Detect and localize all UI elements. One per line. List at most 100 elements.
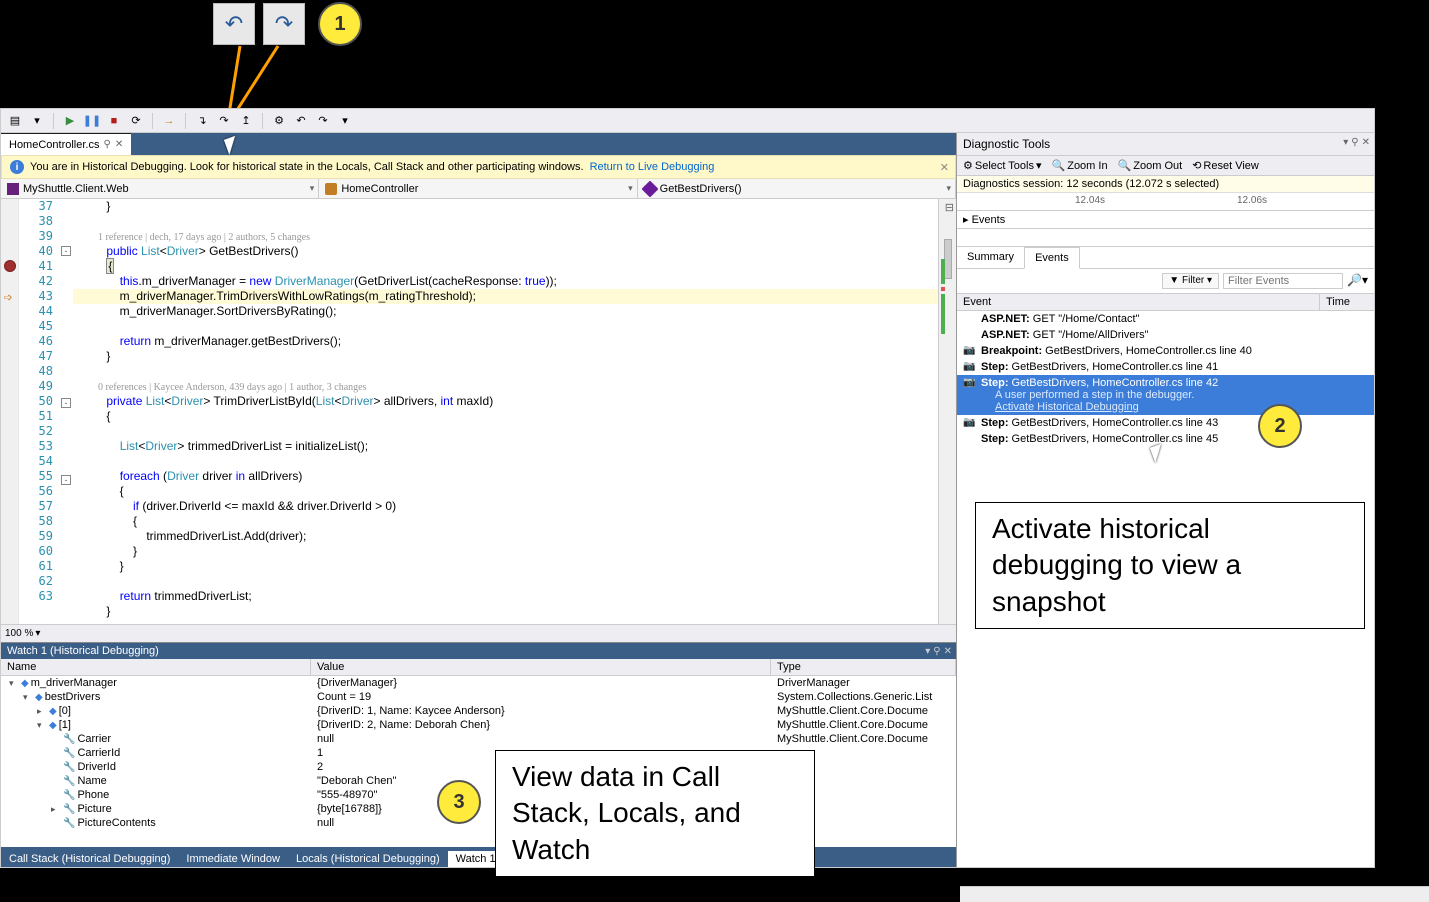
reset-view-button[interactable]: ⟲ Reset View <box>1192 159 1259 172</box>
watch-header-type[interactable]: Type <box>771 659 956 675</box>
diag-dropdown-icon[interactable]: ▾ <box>1343 137 1348 148</box>
watch-row[interactable]: 🔧CarriernullMyShuttle.Client.Core.Docume <box>1 732 956 746</box>
watch-header-value[interactable]: Value <box>311 659 771 675</box>
editor-nav-dropdowns: MyShuttle.Client.Web HomeController GetB… <box>1 179 956 199</box>
callout-marker-2: 2 <box>1258 404 1302 448</box>
callout-marker-3: 3 <box>437 780 481 824</box>
info-icon: i <box>10 160 24 174</box>
debug-toolbar: ▤ ▾ ▶ ❚❚ ■ ⟳ → ↴ ↷ ↥ ⚙ ↶ ↷ ▾ <box>1 109 1374 133</box>
search-icon[interactable]: 🔎▾ <box>1347 273 1368 289</box>
project-dropdown[interactable]: MyShuttle.Client.Web <box>1 179 319 198</box>
method-label: GetBestDrivers() <box>660 183 742 195</box>
diagnostic-tools-panel: Diagnostic Tools ▾ ⚲ ✕ ⚙ Select Tools ▾ … <box>956 133 1374 867</box>
close-window-icon[interactable]: ✕ <box>944 646 952 657</box>
show-next-statement-icon[interactable]: → <box>161 113 177 129</box>
vertical-scrollbar[interactable] <box>944 239 952 279</box>
method-icon <box>641 180 658 197</box>
diagnostic-event-row[interactable]: 📷Step: GetBestDrivers, HomeController.cs… <box>957 415 1374 431</box>
filter-events-input[interactable] <box>1223 273 1343 289</box>
zoom-in-button[interactable]: 🔍 Zoom In <box>1052 159 1108 172</box>
historical-forward-icon[interactable]: ↷ <box>315 113 331 129</box>
diagnostic-event-row[interactable]: 📷Breakpoint: GetBestDrivers, HomeControl… <box>957 343 1374 359</box>
horizontal-scrollbar[interactable] <box>960 886 1429 902</box>
file-tab-label: HomeController.cs <box>9 139 99 151</box>
continue-icon[interactable]: ▶ <box>62 113 78 129</box>
method-dropdown[interactable]: GetBestDrivers() <box>638 179 956 198</box>
project-label: MyShuttle.Client.Web <box>23 183 129 195</box>
editor-zoom-bar: 100 % ▾ <box>1 624 956 642</box>
toolbar-overflow-icon[interactable]: ▾ <box>337 113 353 129</box>
step-out-icon[interactable]: ↥ <box>238 113 254 129</box>
tab-events[interactable]: Events <box>1024 247 1080 269</box>
watch-panel-title: Watch 1 (Historical Debugging) <box>7 645 159 657</box>
watch-header-name[interactable]: Name <box>1 659 311 675</box>
watch-row[interactable]: ▾◆m_driverManager{DriverManager}DriverMa… <box>1 676 956 690</box>
callout-box-right: Activate historical debugging to view a … <box>975 502 1365 629</box>
zoom-dropdown-icon[interactable]: ▾ <box>35 628 40 639</box>
step-into-icon[interactable]: ↴ <box>194 113 210 129</box>
historical-back-icon[interactable]: ↶ <box>293 113 309 129</box>
csproj-icon <box>7 183 19 195</box>
watch-row[interactable]: ▾◆bestDriversCount = 19System.Collection… <box>1 690 956 704</box>
zoom-out-button[interactable]: 🔍 Zoom Out <box>1118 159 1183 172</box>
close-infobar-icon[interactable]: ✕ <box>940 161 949 174</box>
file-tab-homecontroller[interactable]: HomeController.cs ⚲ ✕ <box>1 133 131 155</box>
events-header-event[interactable]: Event <box>957 294 1319 310</box>
bottom-tab[interactable]: Call Stack (Historical Debugging) <box>1 851 178 867</box>
diagnostic-events-header: Event Time <box>957 294 1374 311</box>
pin-window-icon[interactable]: ⚲ <box>933 646 940 657</box>
watch-row[interactable]: ▾◆[1]{DriverID: 2, Name: Deborah Chen}My… <box>1 718 956 732</box>
infobar-text: You are in Historical Debugging. Look fo… <box>30 161 584 173</box>
restart-icon[interactable]: ⟳ <box>128 113 144 129</box>
watch-row[interactable]: ▸◆[0]{DriverID: 1, Name: Kaycee Anderson… <box>1 704 956 718</box>
diagnostic-events-summary[interactable]: ▸ Events <box>957 211 1374 229</box>
callout-marker-1: 1 <box>318 2 362 46</box>
events-header-time[interactable]: Time <box>1319 294 1374 310</box>
class-label: HomeController <box>341 183 418 195</box>
editor-scroll-margin[interactable]: ⊟ <box>938 199 956 624</box>
diagnostic-title: Diagnostic Tools <box>963 137 1050 151</box>
stop-icon[interactable]: ■ <box>106 113 122 129</box>
diagnostic-event-row[interactable]: ASP.NET: GET "/Home/Contact" <box>957 311 1374 327</box>
ruler-tick-2: 12.06s <box>1237 195 1267 206</box>
window-dropdown-icon[interactable]: ▾ <box>925 646 930 657</box>
class-icon <box>325 183 337 195</box>
callout-box-bottom: View data in Call Stack, Locals, and Wat… <box>495 750 815 877</box>
zoom-level[interactable]: 100 % <box>5 628 33 639</box>
diagnostic-filter-row: ▼ Filter ▾ 🔎▾ <box>957 269 1374 294</box>
close-tab-icon[interactable]: ✕ <box>115 139 123 150</box>
toolbar-options-icon[interactable]: ▤ <box>7 113 23 129</box>
tab-summary[interactable]: Summary <box>957 247 1024 268</box>
annotation-top-strip: ↶ ↷ 1 <box>0 0 1429 108</box>
diagnostic-event-row[interactable]: 📷Step: GetBestDrivers, HomeController.cs… <box>957 359 1374 375</box>
class-dropdown[interactable]: HomeController <box>319 179 637 198</box>
diagnostic-detail-tabs: Summary Events <box>957 247 1374 269</box>
redo-icon-large: ↷ <box>263 3 305 45</box>
pin-icon[interactable]: ⚲ <box>103 139 110 150</box>
diagnostic-title-bar: Diagnostic Tools ▾ ⚲ ✕ <box>957 133 1374 156</box>
step-over-icon[interactable]: ↷ <box>216 113 232 129</box>
diag-pin-icon[interactable]: ⚲ <box>1351 137 1358 148</box>
split-editor-icon[interactable]: ⊟ <box>945 201 954 214</box>
diagnostic-event-row[interactable]: Step: GetBestDrivers, HomeController.cs … <box>957 431 1374 447</box>
diagnostic-timeline-ruler[interactable]: 12.04s 12.06s <box>957 193 1374 211</box>
diagnostic-session-info: Diagnostics session: 12 seconds (12.072 … <box>957 176 1374 193</box>
watch-panel-title-bar: Watch 1 (Historical Debugging) ▾ ⚲ ✕ <box>1 643 956 659</box>
diagnostic-event-row[interactable]: ASP.NET: GET "/Home/AllDrivers" <box>957 327 1374 343</box>
document-tab-bar: HomeController.cs ⚲ ✕ <box>1 133 956 155</box>
pause-icon[interactable]: ❚❚ <box>84 113 100 129</box>
undo-icon-large: ↶ <box>213 3 255 45</box>
toolbar-dropdown-icon[interactable]: ▾ <box>29 113 45 129</box>
diag-close-icon[interactable]: ✕ <box>1362 137 1370 148</box>
bottom-tab[interactable]: Immediate Window <box>178 851 288 867</box>
ruler-tick-1: 12.04s <box>1075 195 1105 206</box>
select-tools-button[interactable]: ⚙ Select Tools ▾ <box>963 159 1042 172</box>
code-editor[interactable]: ➩ 37383940414243444546474849505152535455… <box>1 199 956 624</box>
historical-debugging-infobar: i You are in Historical Debugging. Look … <box>1 155 956 179</box>
filter-button[interactable]: ▼ Filter ▾ <box>1162 273 1219 289</box>
bottom-tab[interactable]: Locals (Historical Debugging) <box>288 851 448 867</box>
intellitrace-icon[interactable]: ⚙ <box>271 113 287 129</box>
diagnostic-event-row[interactable]: 📷Step: GetBestDrivers, HomeController.cs… <box>957 375 1374 415</box>
diagnostic-toolbar: ⚙ Select Tools ▾ 🔍 Zoom In 🔍 Zoom Out ⟲ … <box>957 156 1374 176</box>
return-live-debugging-link[interactable]: Return to Live Debugging <box>590 161 715 173</box>
